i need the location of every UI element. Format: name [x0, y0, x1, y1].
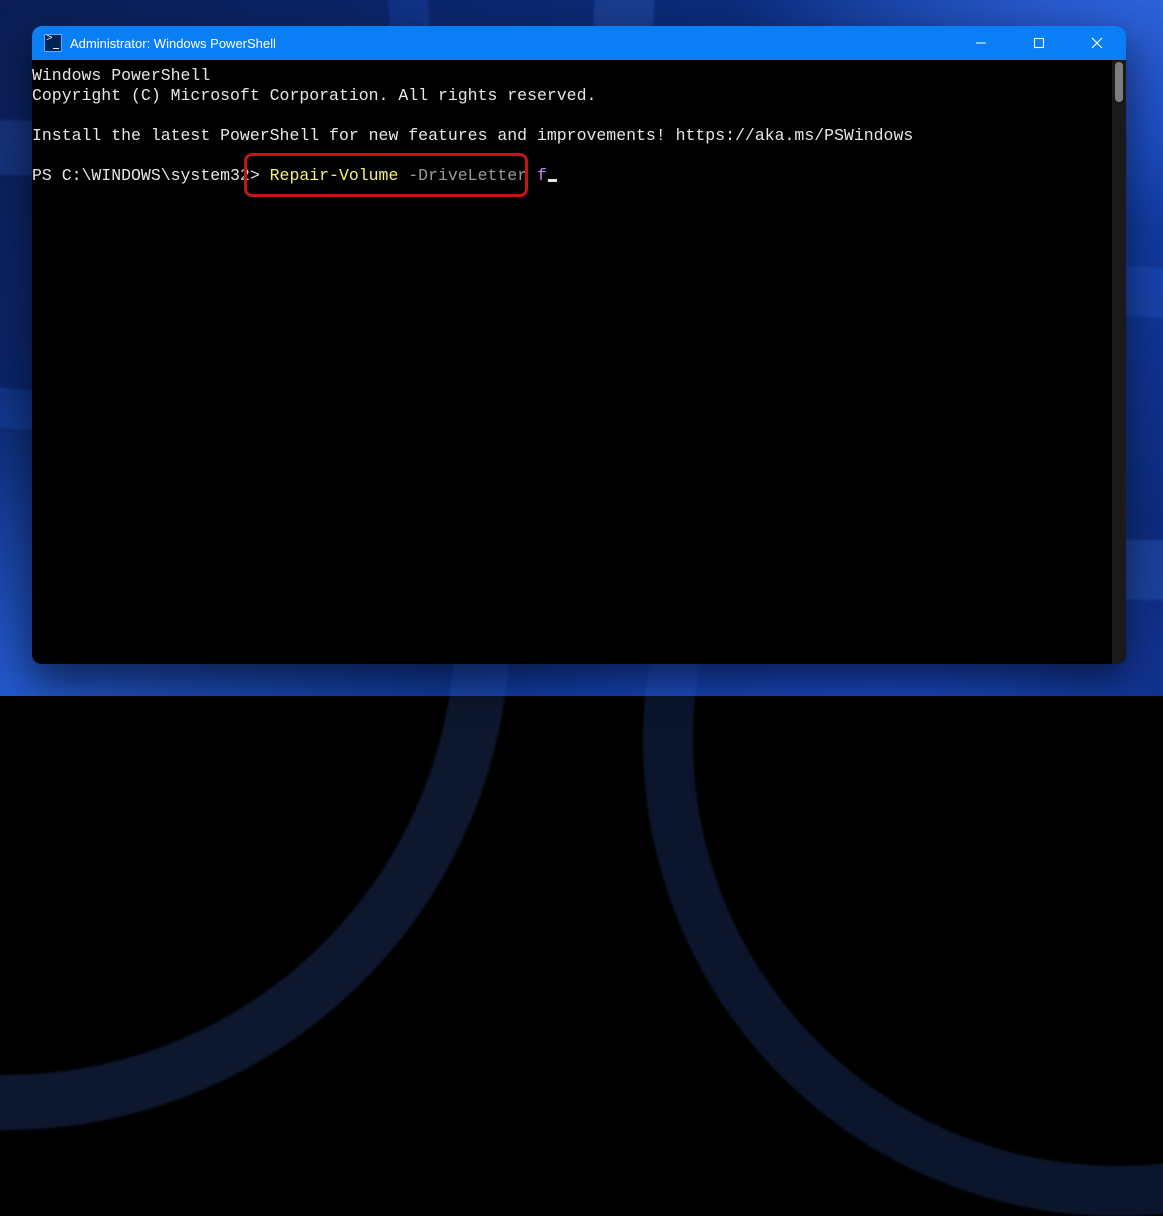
install-hint-line: Install the latest PowerShell for new fe…: [32, 126, 1116, 146]
close-icon: [1091, 37, 1103, 49]
window-controls: [952, 26, 1126, 60]
command-input[interactable]: Repair-Volume -DriveLetter f: [270, 166, 557, 185]
maximize-icon: [1033, 37, 1045, 49]
banner-line: Windows PowerShell: [32, 66, 1116, 86]
vertical-scrollbar[interactable]: [1112, 60, 1126, 664]
powershell-window: Administrator: Windows PowerShell Window…: [32, 26, 1126, 664]
cmdlet-token: Repair-Volume: [270, 166, 399, 185]
titlebar[interactable]: Administrator: Windows PowerShell: [32, 26, 1126, 60]
prompt-prefix: PS C:\WINDOWS\system32>: [32, 166, 270, 185]
close-button[interactable]: [1068, 26, 1126, 60]
terminal[interactable]: Windows PowerShellCopyright (C) Microsof…: [32, 60, 1116, 664]
minimize-button[interactable]: [952, 26, 1010, 60]
blank-line: [32, 146, 1116, 166]
scrollbar-thumb[interactable]: [1115, 62, 1123, 102]
prompt-line: PS C:\WINDOWS\system32> Repair-Volume -D…: [32, 166, 1116, 186]
blank-line: [32, 106, 1116, 126]
maximize-button[interactable]: [1010, 26, 1068, 60]
powershell-icon: [44, 34, 62, 52]
minimize-icon: [975, 37, 987, 49]
copyright-line: Copyright (C) Microsoft Corporation. All…: [32, 86, 1116, 106]
window-title: Administrator: Windows PowerShell: [70, 36, 952, 51]
arg-token: f: [537, 166, 547, 185]
param-token: -DriveLetter: [398, 166, 537, 185]
terminal-area: Windows PowerShellCopyright (C) Microsof…: [32, 60, 1126, 664]
cursor: [548, 179, 557, 182]
